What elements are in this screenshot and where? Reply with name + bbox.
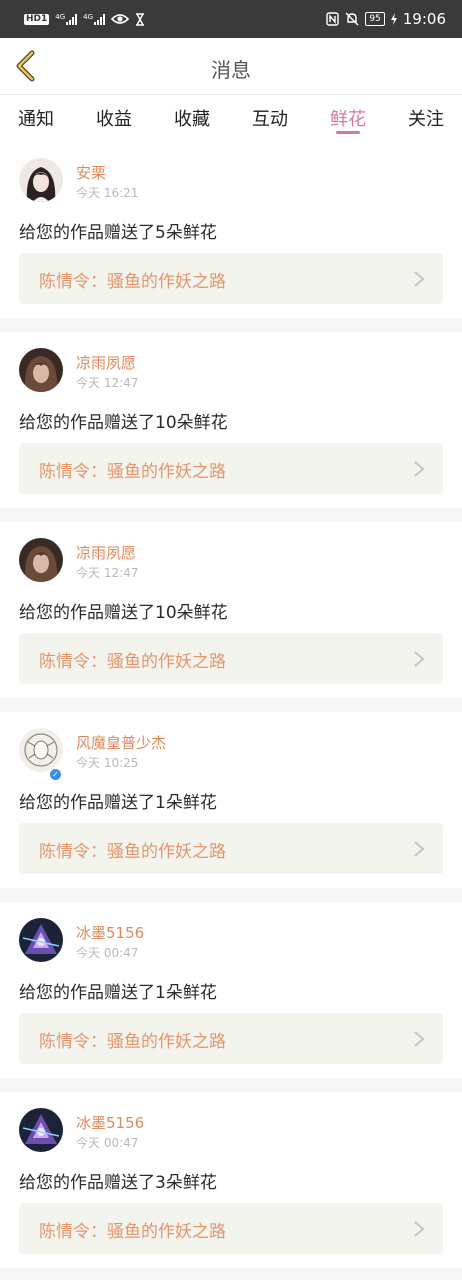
avatar[interactable] <box>19 1108 63 1152</box>
message-text: 给您的作品赠送了1朵鲜花 <box>19 983 217 1003</box>
work-link[interactable]: 陈情令：骚鱼的作妖之路 <box>19 253 443 304</box>
username[interactable]: 凉雨夙愿 <box>76 352 136 373</box>
verified-icon: ✓ <box>48 767 63 782</box>
chevron-right-icon <box>414 1221 425 1237</box>
tab-bar: 通知 收益 收藏 互动 鲜花 关注 <box>0 95 462 142</box>
nfc-icon <box>326 12 340 26</box>
chevron-right-icon <box>414 271 425 287</box>
work-link[interactable]: 陈情令：骚鱼的作妖之路 <box>19 443 443 494</box>
tab-label: 互动 <box>252 109 288 130</box>
tab-follow[interactable]: 关注 <box>408 95 444 142</box>
avatar[interactable] <box>19 918 63 962</box>
chevron-right-icon <box>414 841 425 857</box>
message-card: 凉雨夙愿 今天 12:47 给您的作品赠送了10朵鲜花 陈情令：骚鱼的作妖之路 <box>0 522 462 698</box>
tab-label: 通知 <box>18 109 54 130</box>
work-title: 陈情令：骚鱼的作妖之路 <box>39 842 226 862</box>
tab-label: 收益 <box>96 109 132 130</box>
avatar[interactable] <box>19 728 63 772</box>
work-title: 陈情令：骚鱼的作妖之路 <box>39 272 226 292</box>
work-title: 陈情令：骚鱼的作妖之路 <box>39 1032 226 1052</box>
clock: 19:06 <box>402 10 446 28</box>
timestamp: 今天 16:21 <box>76 186 139 200</box>
active-tab-indicator <box>336 131 360 134</box>
message-card: 冰墨5156 今天 00:47 给您的作品赠送了3朵鲜花 陈情令：骚鱼的作妖之路 <box>0 1092 462 1268</box>
timestamp: 今天 00:47 <box>76 1136 139 1150</box>
message-text: 给您的作品赠送了3朵鲜花 <box>19 1173 217 1193</box>
message-text: 给您的作品赠送了10朵鲜花 <box>19 603 228 623</box>
avatar[interactable] <box>19 348 63 392</box>
status-bar-left: HD1 4G 4G <box>24 12 145 26</box>
work-title: 陈情令：骚鱼的作妖之路 <box>39 1222 226 1242</box>
work-link[interactable]: 陈情令：骚鱼的作妖之路 <box>19 1013 443 1064</box>
message-card: 凉雨夙愿 今天 12:47 给您的作品赠送了10朵鲜花 陈情令：骚鱼的作妖之路 <box>0 332 462 508</box>
message-text: 给您的作品赠送了5朵鲜花 <box>19 223 217 243</box>
timestamp: 今天 12:47 <box>76 566 139 580</box>
tab-label: 关注 <box>408 109 444 130</box>
timestamp: 今天 00:47 <box>76 946 139 960</box>
avatar[interactable] <box>19 538 63 582</box>
username[interactable]: 风魔皇普少杰 <box>76 732 166 753</box>
header: 消息 <box>0 38 462 95</box>
page-title: 消息 <box>211 58 251 82</box>
work-link[interactable]: 陈情令：骚鱼的作妖之路 <box>19 633 443 684</box>
hd-indicator: HD1 <box>24 13 50 25</box>
work-link[interactable]: 陈情令：骚鱼的作妖之路 <box>19 823 443 874</box>
work-title: 陈情令：骚鱼的作妖之路 <box>39 652 226 672</box>
work-title: 陈情令：骚鱼的作妖之路 <box>39 462 226 482</box>
username[interactable]: 冰墨5156 <box>76 1112 144 1133</box>
chevron-right-icon <box>414 651 425 667</box>
eye-icon <box>111 14 130 24</box>
chevron-right-icon <box>414 1031 425 1047</box>
timestamp: 今天 10:25 <box>76 756 139 770</box>
tab-label: 收藏 <box>174 109 210 130</box>
mute-bell-icon <box>345 12 359 26</box>
message-card: 冰墨5156 今天 00:47 给您的作品赠送了1朵鲜花 陈情令：骚鱼的作妖之路 <box>0 902 462 1078</box>
username[interactable]: 冰墨5156 <box>76 922 144 943</box>
username[interactable]: 凉雨夙愿 <box>76 542 136 563</box>
chevron-right-icon <box>414 461 425 477</box>
tab-earnings[interactable]: 收益 <box>96 95 132 142</box>
tab-notification[interactable]: 通知 <box>18 95 54 142</box>
charging-icon <box>390 13 397 25</box>
work-link[interactable]: 陈情令：骚鱼的作妖之路 <box>19 1203 443 1254</box>
status-bar-right: 95 19:06 <box>326 10 446 28</box>
avatar[interactable] <box>19 158 63 202</box>
message-card: ✓ 风魔皇普少杰 今天 10:25 给您的作品赠送了1朵鲜花 陈情令：骚鱼的作妖… <box>0 712 462 888</box>
tab-favorites[interactable]: 收藏 <box>174 95 210 142</box>
status-bar: HD1 4G 4G 95 19:06 <box>0 0 462 38</box>
message-card: 安栗 今天 16:21 给您的作品赠送了5朵鲜花 陈情令：骚鱼的作妖之路 <box>0 142 462 318</box>
signal-icon: 4G <box>55 13 78 25</box>
message-list: 安栗 今天 16:21 给您的作品赠送了5朵鲜花 陈情令：骚鱼的作妖之路 凉雨夙… <box>0 142 462 1280</box>
message-text: 给您的作品赠送了1朵鲜花 <box>19 793 217 813</box>
username[interactable]: 安栗 <box>76 162 106 183</box>
message-text: 给您的作品赠送了10朵鲜花 <box>19 413 228 433</box>
tab-label: 鲜花 <box>330 109 366 130</box>
signal-icon-2: 4G <box>83 13 106 25</box>
tab-flowers[interactable]: 鲜花 <box>330 95 366 142</box>
battery-icon: 95 <box>365 12 385 26</box>
hourglass-icon <box>136 12 145 26</box>
tab-interaction[interactable]: 互动 <box>252 95 288 142</box>
timestamp: 今天 12:47 <box>76 376 139 390</box>
